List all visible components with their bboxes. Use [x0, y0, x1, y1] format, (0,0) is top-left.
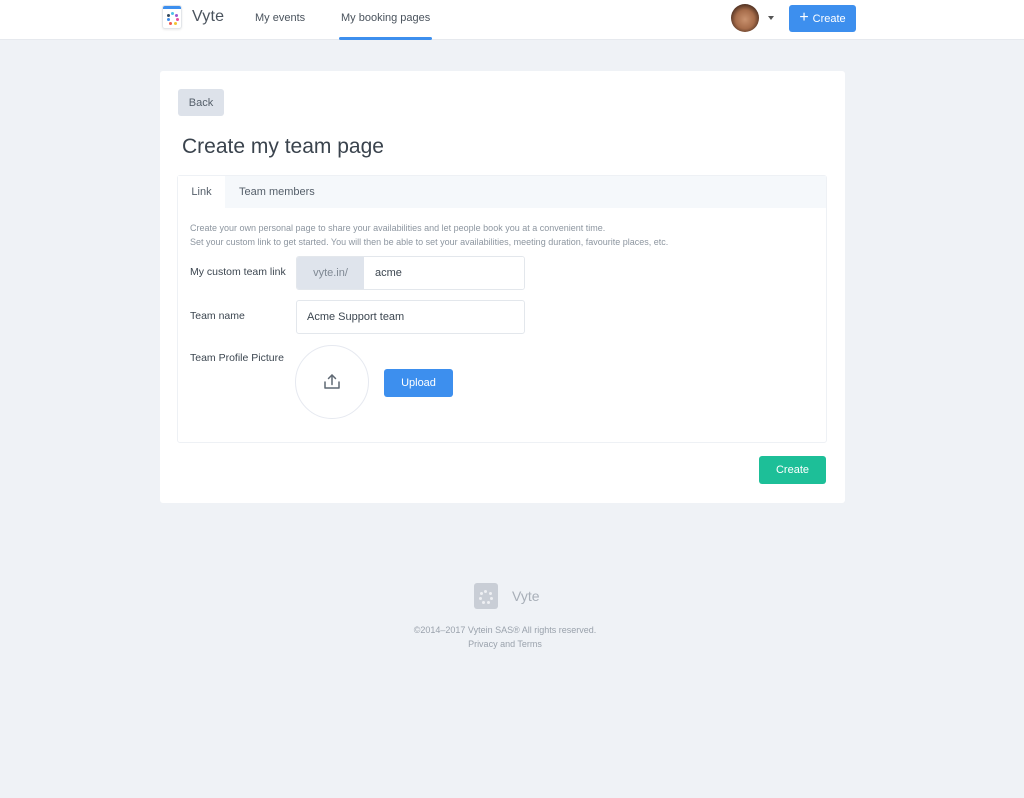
create-team-card: Back Create my team page Link Team membe…	[160, 71, 845, 503]
create-top-button[interactable]: + Create	[789, 5, 856, 32]
tab-link[interactable]: Link	[178, 176, 225, 208]
caret-down-icon[interactable]	[768, 16, 774, 20]
tab-panel: Link Team members Create your own person…	[177, 175, 827, 443]
description: Create your own personal page to share y…	[190, 221, 668, 249]
tab-team-members[interactable]: Team members	[239, 176, 315, 208]
footer-brand: Vyte	[512, 588, 540, 604]
vyte-logo-icon	[162, 5, 182, 29]
footer-logo: Vyte	[474, 583, 540, 609]
create-button[interactable]: Create	[759, 456, 826, 484]
vyte-footer-icon	[474, 583, 498, 609]
back-button[interactable]: Back	[178, 89, 224, 116]
custom-link-label: My custom team link	[190, 266, 286, 278]
profile-picture-label: Team Profile Picture	[190, 352, 284, 364]
nav-my-booking-pages[interactable]: My booking pages	[338, 0, 433, 40]
upload-button[interactable]: Upload	[384, 369, 453, 397]
create-top-label: Create	[812, 12, 846, 25]
brand-logo[interactable]: Vyte	[162, 5, 224, 29]
profile-picture-dropzone[interactable]	[295, 345, 369, 419]
privacy-terms-link[interactable]: Privacy and Terms	[0, 639, 1010, 649]
user-avatar[interactable]	[731, 4, 759, 32]
team-name-label: Team name	[190, 310, 245, 322]
plus-icon: +	[799, 8, 809, 26]
team-name-input[interactable]	[296, 300, 525, 334]
custom-link-input[interactable]	[364, 257, 524, 289]
custom-link-group: vyte.in/	[296, 256, 525, 290]
nav-my-events[interactable]: My events	[255, 0, 305, 40]
top-navbar: Vyte My events My booking pages + Create	[0, 0, 1024, 40]
copyright-text: ©2014–2017 Vytein SAS® All rights reserv…	[413, 625, 597, 635]
description-line-2: Set your custom link to get started. You…	[190, 237, 669, 247]
tab-bar: Link Team members	[178, 176, 826, 208]
link-prefix: vyte.in/	[297, 257, 364, 289]
brand-name: Vyte	[192, 8, 225, 25]
description-line-1: Create your own personal page to share y…	[190, 223, 606, 233]
page-title: Create my team page	[182, 135, 384, 158]
upload-icon	[324, 374, 340, 389]
